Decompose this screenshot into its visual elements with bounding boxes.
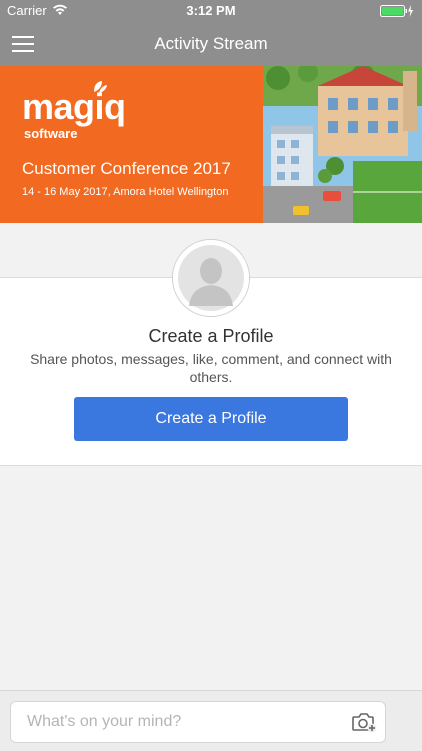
composer-field[interactable] <box>10 701 386 743</box>
brand-logo: magiq <box>22 86 126 127</box>
status-time: 3:12 PM <box>186 3 236 18</box>
create-profile-description: Share photos, messages, like, comment, a… <box>30 351 392 385</box>
banner-subline: 14 - 16 May 2017, Amora Hotel Wellington <box>22 186 229 198</box>
default-avatar-icon <box>172 239 250 317</box>
brand-subtitle: software <box>24 126 78 141</box>
post-input[interactable] <box>25 702 349 742</box>
page-title: Activity Stream <box>154 34 268 53</box>
banner-illustration <box>263 66 422 223</box>
create-profile-heading: Create a Profile <box>148 326 274 346</box>
banner-text-panel: magiq software Customer Conference 2017 … <box>0 66 263 223</box>
create-profile-button[interactable]: Create a Profile <box>74 397 348 441</box>
add-photo-icon[interactable] <box>351 710 377 734</box>
nav-bar: Activity Stream <box>0 22 422 66</box>
status-bar: Carrier 3:12 PM <box>0 0 422 22</box>
battery-icon <box>380 5 414 20</box>
conference-banner[interactable]: magiq software Customer Conference 2017 … <box>0 66 422 223</box>
composer-bar <box>0 690 422 751</box>
logo-leaf-icon <box>94 81 107 93</box>
banner-headline: Customer Conference 2017 <box>22 159 231 178</box>
